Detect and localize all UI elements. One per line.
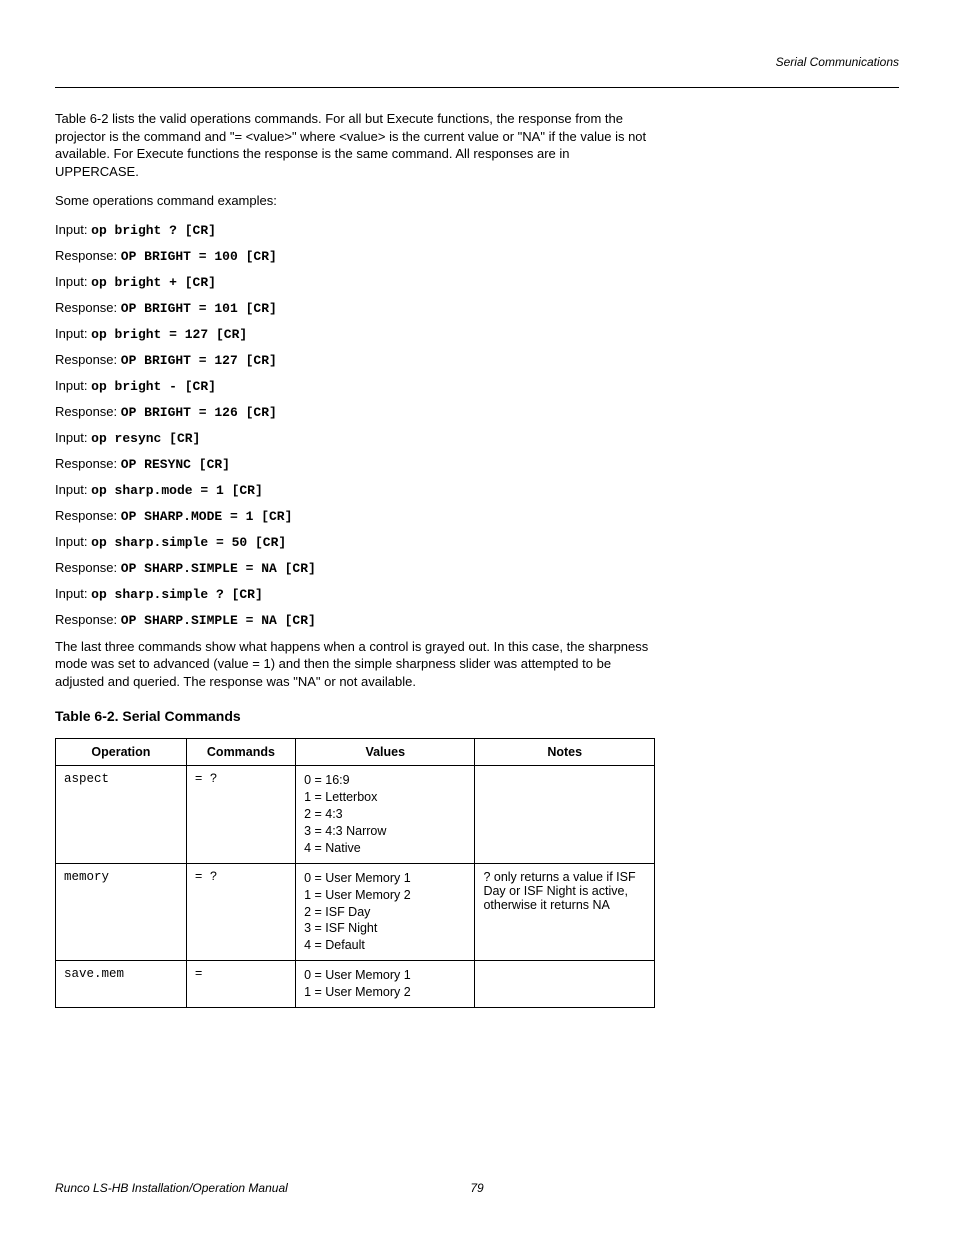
command-example-line: Input: op sharp.simple = 50 [CR] <box>55 534 655 550</box>
value-line: 2 = ISF Day <box>304 904 466 921</box>
footer-manual-title: Runco LS-HB Installation/Operation Manua… <box>55 1181 288 1195</box>
value-line: 2 = 4:3 <box>304 806 466 823</box>
example-command: OP SHARP.SIMPLE = NA [CR] <box>121 561 316 576</box>
example-label: Response: <box>55 404 121 419</box>
example-command: op bright - [CR] <box>91 379 216 394</box>
footer-page-number: 79 <box>470 1181 483 1195</box>
example-label: Response: <box>55 560 121 575</box>
example-label: Input: <box>55 586 91 601</box>
page-footer: Runco LS-HB Installation/Operation Manua… <box>55 1181 899 1195</box>
example-label: Input: <box>55 222 91 237</box>
cell-notes <box>475 766 655 863</box>
value-line: 1 = Letterbox <box>304 789 466 806</box>
value-line: 1 = User Memory 2 <box>304 984 466 1001</box>
serial-commands-table: Operation Commands Values Notes aspect= … <box>55 738 655 1008</box>
example-command: OP RESYNC [CR] <box>121 457 230 472</box>
command-example-line: Response: OP SHARP.MODE = 1 [CR] <box>55 508 655 524</box>
col-header-values: Values <box>296 739 475 766</box>
example-command: op bright + [CR] <box>91 275 216 290</box>
table-row: memory= ?0 = User Memory 11 = User Memor… <box>56 863 655 960</box>
command-example-line: Response: OP RESYNC [CR] <box>55 456 655 472</box>
cell-values: 0 = 16:91 = Letterbox2 = 4:33 = 4:3 Narr… <box>296 766 475 863</box>
col-header-commands: Commands <box>186 739 295 766</box>
cell-commands: = ? <box>186 863 295 960</box>
example-command: op bright = 127 [CR] <box>91 327 247 342</box>
command-example-line: Response: OP SHARP.SIMPLE = NA [CR] <box>55 560 655 576</box>
example-command: OP BRIGHT = 126 [CR] <box>121 405 277 420</box>
example-command: OP SHARP.MODE = 1 [CR] <box>121 509 293 524</box>
value-line: 4 = Native <box>304 840 466 857</box>
example-label: Input: <box>55 534 91 549</box>
example-label: Response: <box>55 352 121 367</box>
command-example-line: Input: op bright ? [CR] <box>55 222 655 238</box>
cell-operation: save.mem <box>56 961 187 1008</box>
cell-values: 0 = User Memory 11 = User Memory 22 = IS… <box>296 863 475 960</box>
example-label: Response: <box>55 612 121 627</box>
intro-paragraph-2: Some operations command examples: <box>55 192 655 210</box>
command-example-line: Response: OP BRIGHT = 101 [CR] <box>55 300 655 316</box>
table-row: aspect= ?0 = 16:91 = Letterbox2 = 4:33 =… <box>56 766 655 863</box>
example-label: Response: <box>55 508 121 523</box>
col-header-notes: Notes <box>475 739 655 766</box>
table-row: save.mem=0 = User Memory 11 = User Memor… <box>56 961 655 1008</box>
cell-notes <box>475 961 655 1008</box>
value-line: 3 = ISF Night <box>304 920 466 937</box>
example-label: Input: <box>55 378 91 393</box>
header-rule <box>55 87 899 88</box>
cell-values: 0 = User Memory 11 = User Memory 2 <box>296 961 475 1008</box>
example-command: op bright ? [CR] <box>91 223 216 238</box>
command-example-line: Input: op bright + [CR] <box>55 274 655 290</box>
table-caption: Table 6-2. Serial Commands <box>55 708 655 724</box>
example-command: OP BRIGHT = 127 [CR] <box>121 353 277 368</box>
value-line: 1 = User Memory 2 <box>304 887 466 904</box>
outro-paragraph: The last three commands show what happen… <box>55 638 655 691</box>
page: Serial Communications Table 6-2 lists th… <box>0 0 954 1235</box>
command-example-line: Response: OP BRIGHT = 126 [CR] <box>55 404 655 420</box>
cell-notes: ? only returns a value if ISF Day or ISF… <box>475 863 655 960</box>
cell-commands: = ? <box>186 766 295 863</box>
example-label: Input: <box>55 274 91 289</box>
example-command: OP BRIGHT = 100 [CR] <box>121 249 277 264</box>
example-label: Response: <box>55 456 121 471</box>
example-label: Input: <box>55 430 91 445</box>
example-label: Input: <box>55 482 91 497</box>
running-header: Serial Communications <box>55 55 899 69</box>
table-body: aspect= ?0 = 16:91 = Letterbox2 = 4:33 =… <box>56 766 655 1008</box>
value-line: 0 = 16:9 <box>304 772 466 789</box>
example-command: OP SHARP.SIMPLE = NA [CR] <box>121 613 316 628</box>
command-example-line: Response: OP SHARP.SIMPLE = NA [CR] <box>55 612 655 628</box>
example-label: Response: <box>55 248 121 263</box>
value-line: 4 = Default <box>304 937 466 954</box>
cell-operation: memory <box>56 863 187 960</box>
table-header-row: Operation Commands Values Notes <box>56 739 655 766</box>
intro-paragraph-1: Table 6-2 lists the valid operations com… <box>55 110 655 180</box>
col-header-operation: Operation <box>56 739 187 766</box>
command-example-line: Input: op resync [CR] <box>55 430 655 446</box>
example-command: OP BRIGHT = 101 [CR] <box>121 301 277 316</box>
command-example-line: Response: OP BRIGHT = 100 [CR] <box>55 248 655 264</box>
command-examples: Input: op bright ? [CR] Response: OP BRIG… <box>55 222 655 628</box>
command-example-line: Input: op sharp.simple ? [CR] <box>55 586 655 602</box>
example-command: op sharp.simple ? [CR] <box>91 587 263 602</box>
example-command: op sharp.simple = 50 [CR] <box>91 535 286 550</box>
value-line: 3 = 4:3 Narrow <box>304 823 466 840</box>
cell-operation: aspect <box>56 766 187 863</box>
command-example-line: Input: op sharp.mode = 1 [CR] <box>55 482 655 498</box>
example-label: Response: <box>55 300 121 315</box>
example-label: Input: <box>55 326 91 341</box>
example-command: op resync [CR] <box>91 431 200 446</box>
command-example-line: Input: op bright = 127 [CR] <box>55 326 655 342</box>
command-example-line: Input: op bright - [CR] <box>55 378 655 394</box>
body-block: Table 6-2 lists the valid operations com… <box>55 110 655 1008</box>
command-example-line: Response: OP BRIGHT = 127 [CR] <box>55 352 655 368</box>
value-line: 0 = User Memory 1 <box>304 870 466 887</box>
value-line: 0 = User Memory 1 <box>304 967 466 984</box>
cell-commands: = <box>186 961 295 1008</box>
example-command: op sharp.mode = 1 [CR] <box>91 483 263 498</box>
